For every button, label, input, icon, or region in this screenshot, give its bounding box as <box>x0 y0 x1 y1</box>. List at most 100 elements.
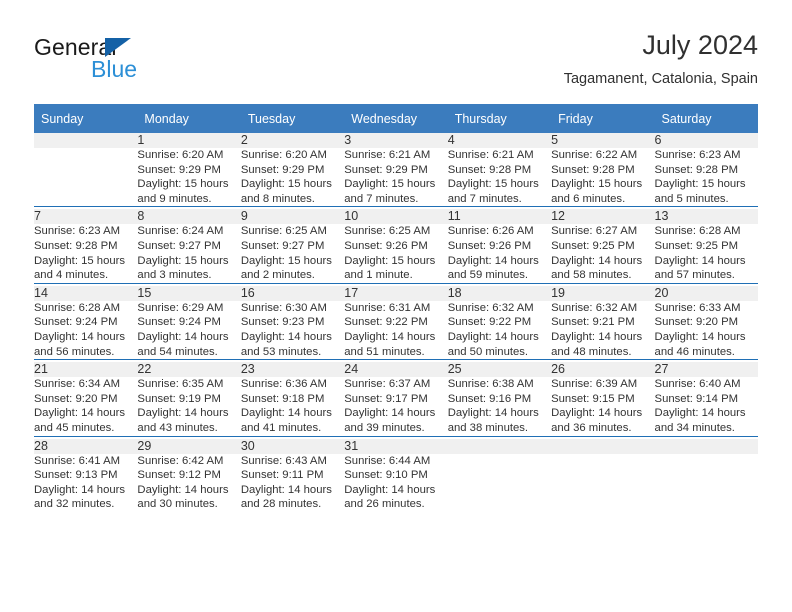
day-number[interactable]: 25 <box>447 362 552 378</box>
day-number[interactable]: 4 <box>447 133 552 148</box>
day-cell[interactable]: Sunrise: 6:23 AM Sunset: 9:28 PM Daylight:… <box>34 224 137 283</box>
day-cell[interactable]: Sunrise: 6:28 AM Sunset: 9:24 PM Daylight:… <box>34 301 137 360</box>
day-cell[interactable]: Sunrise: 6:28 AM Sunset: 9:25 PM Daylight:… <box>655 224 758 283</box>
day-number[interactable]: 14 <box>34 285 138 301</box>
day-cell[interactable]: Sunrise: 6:32 AM Sunset: 9:21 PM Daylight:… <box>551 301 654 360</box>
day-cell[interactable]: Sunrise: 6:34 AM Sunset: 9:20 PM Daylight:… <box>34 377 137 436</box>
day-number[interactable]: 20 <box>654 285 758 301</box>
day-number[interactable]: 6 <box>654 133 758 148</box>
page-title: July 2024 <box>642 30 758 60</box>
day-number[interactable]: 24 <box>344 362 448 378</box>
day-number[interactable]: 7 <box>34 209 138 225</box>
day-number[interactable]: 27 <box>654 362 758 378</box>
day-cell[interactable]: Sunrise: 6:38 AM Sunset: 9:16 PM Daylight:… <box>448 377 551 436</box>
day-cell[interactable]: Sunrise: 6:35 AM Sunset: 9:19 PM Daylight:… <box>137 377 240 436</box>
sunrise-text: Sunrise: 6:31 AM <box>344 301 431 314</box>
daylight-text-line2: and 36 minutes. <box>551 421 632 434</box>
weekday-header-thursday: Thursday <box>447 104 552 133</box>
daylight-text-line1: Daylight: 14 hours <box>240 483 332 496</box>
day-cell[interactable]: Sunrise: 6:21 AM Sunset: 9:28 PM Daylight:… <box>448 148 551 207</box>
day-cell[interactable]: Sunrise: 6:31 AM Sunset: 9:22 PM Daylight:… <box>344 301 447 360</box>
day-cell[interactable]: Sunrise: 6:23 AM Sunset: 9:28 PM Daylight:… <box>655 148 758 207</box>
day-number[interactable]: 13 <box>654 209 758 225</box>
day-cell[interactable]: Sunrise: 6:30 AM Sunset: 9:23 PM Daylight:… <box>241 301 344 360</box>
day-number[interactable]: 23 <box>240 362 345 378</box>
daylight-text-line1: Daylight: 14 hours <box>240 330 332 343</box>
day-number[interactable]: 3 <box>344 133 448 148</box>
day-number[interactable]: 8 <box>137 209 241 225</box>
day-number[interactable]: 21 <box>34 362 138 378</box>
sunrise-text: Sunrise: 6:29 AM <box>137 301 224 314</box>
daylight-text-line2: and 28 minutes. <box>240 498 322 511</box>
day-cell[interactable]: Sunrise: 6:20 AM Sunset: 9:29 PM Daylight:… <box>137 148 240 207</box>
day-cell-empty <box>655 454 758 512</box>
day-number[interactable]: 19 <box>551 285 655 301</box>
daylight-text-line2: and 50 minutes. <box>447 345 529 358</box>
day-number[interactable]: 26 <box>551 362 655 378</box>
day-number[interactable]: 9 <box>240 209 345 225</box>
sunrise-text: Sunrise: 6:25 AM <box>240 225 327 238</box>
sunrise-text: Sunrise: 6:40 AM <box>654 378 741 391</box>
daylight-text-line2: and 34 minutes. <box>654 421 735 434</box>
calendar-body: 1 2 3 4 5 6 Sunrise: 6:20 AM Sunset: 9:29 PM Day… <box>34 133 758 512</box>
day-cell[interactable]: Sunrise: 6:29 AM Sunset: 9:24 PM Daylight:… <box>137 301 240 360</box>
day-number[interactable]: 17 <box>344 285 448 301</box>
day-number[interactable]: 16 <box>240 285 345 301</box>
sunset-text: Sunset: 9:25 PM <box>551 239 635 252</box>
day-cell[interactable]: Sunrise: 6:41 AM Sunset: 9:13 PM Daylight:… <box>34 454 137 512</box>
day-cell[interactable]: Sunrise: 6:32 AM Sunset: 9:22 PM Daylight:… <box>448 301 551 360</box>
day-cell[interactable]: Sunrise: 6:43 AM Sunset: 9:11 PM Daylight:… <box>241 454 344 512</box>
day-cell[interactable]: Sunrise: 6:42 AM Sunset: 9:12 PM Daylight:… <box>137 454 240 512</box>
day-cell[interactable]: Sunrise: 6:36 AM Sunset: 9:18 PM Daylight:… <box>241 377 344 436</box>
daylight-text-line1: Daylight: 14 hours <box>447 330 539 343</box>
day-number[interactable]: 18 <box>447 285 552 301</box>
daylight-text-line2: and 56 minutes. <box>34 345 115 358</box>
day-number[interactable]: 2 <box>240 133 345 148</box>
sunset-text: Sunset: 9:13 PM <box>34 469 118 482</box>
day-number[interactable]: 5 <box>551 133 655 148</box>
weekday-header-saturday: Saturday <box>654 104 758 133</box>
day-cell[interactable]: Sunrise: 6:27 AM Sunset: 9:25 PM Daylight:… <box>551 224 654 283</box>
day-cell[interactable]: Sunrise: 6:22 AM Sunset: 9:28 PM Daylight:… <box>551 148 654 207</box>
general-blue-logo[interactable]: General Blue <box>34 34 244 90</box>
day-number[interactable]: 30 <box>240 438 345 454</box>
daylight-text-line2: and 2 minutes. <box>240 269 315 282</box>
sunset-text: Sunset: 9:19 PM <box>137 392 221 405</box>
daylight-text-line2: and 57 minutes. <box>654 269 735 282</box>
day-cell[interactable]: Sunrise: 6:21 AM Sunset: 9:29 PM Daylight:… <box>344 148 447 207</box>
day-number[interactable]: 12 <box>551 209 655 225</box>
sunrise-text: Sunrise: 6:37 AM <box>344 378 431 391</box>
sunrise-text: Sunrise: 6:36 AM <box>240 378 327 391</box>
daylight-text-line2: and 38 minutes. <box>447 421 529 434</box>
sunset-text: Sunset: 9:22 PM <box>447 316 532 329</box>
day-cell[interactable]: Sunrise: 6:25 AM Sunset: 9:26 PM Daylight:… <box>344 224 447 283</box>
day-cell[interactable]: Sunrise: 6:37 AM Sunset: 9:17 PM Daylight:… <box>344 377 447 436</box>
sunrise-text: Sunrise: 6:26 AM <box>447 225 534 238</box>
sunset-text: Sunset: 9:20 PM <box>34 392 118 405</box>
sunset-text: Sunset: 9:23 PM <box>240 316 325 329</box>
day-number[interactable]: 31 <box>344 438 448 454</box>
day-cell[interactable]: Sunrise: 6:24 AM Sunset: 9:27 PM Daylight:… <box>137 224 240 283</box>
day-number[interactable]: 29 <box>137 438 241 454</box>
day-number[interactable]: 10 <box>344 209 448 225</box>
day-cell[interactable]: Sunrise: 6:20 AM Sunset: 9:29 PM Daylight:… <box>241 148 344 207</box>
day-cell[interactable]: Sunrise: 6:44 AM Sunset: 9:10 PM Daylight:… <box>344 454 447 512</box>
day-cell[interactable]: Sunrise: 6:39 AM Sunset: 9:15 PM Daylight:… <box>551 377 654 436</box>
day-number[interactable]: 15 <box>137 285 241 301</box>
day-number-empty <box>447 438 552 454</box>
sunset-text: Sunset: 9:29 PM <box>240 163 325 176</box>
daylight-text-line2: and 9 minutes. <box>137 192 212 205</box>
day-number[interactable]: 22 <box>137 362 241 378</box>
day-cell[interactable]: Sunrise: 6:25 AM Sunset: 9:27 PM Daylight:… <box>241 224 344 283</box>
day-cell[interactable]: Sunrise: 6:33 AM Sunset: 9:20 PM Daylight:… <box>655 301 758 360</box>
day-number[interactable]: 1 <box>137 133 241 148</box>
sunrise-text: Sunrise: 6:32 AM <box>447 301 534 314</box>
day-info-row: Sunrise: 6:28 AM Sunset: 9:24 PM Daylight:… <box>34 301 758 360</box>
title-block: July 2024 Tagamanent, Catalonia, Spain <box>564 28 758 89</box>
day-number[interactable]: 11 <box>447 209 552 225</box>
day-cell[interactable]: Sunrise: 6:40 AM Sunset: 9:14 PM Daylight:… <box>655 377 758 436</box>
day-number[interactable]: 28 <box>34 438 138 454</box>
sunrise-text: Sunrise: 6:39 AM <box>551 378 638 391</box>
daylight-text-line2: and 45 minutes. <box>34 421 115 434</box>
day-cell[interactable]: Sunrise: 6:26 AM Sunset: 9:26 PM Daylight:… <box>448 224 551 283</box>
